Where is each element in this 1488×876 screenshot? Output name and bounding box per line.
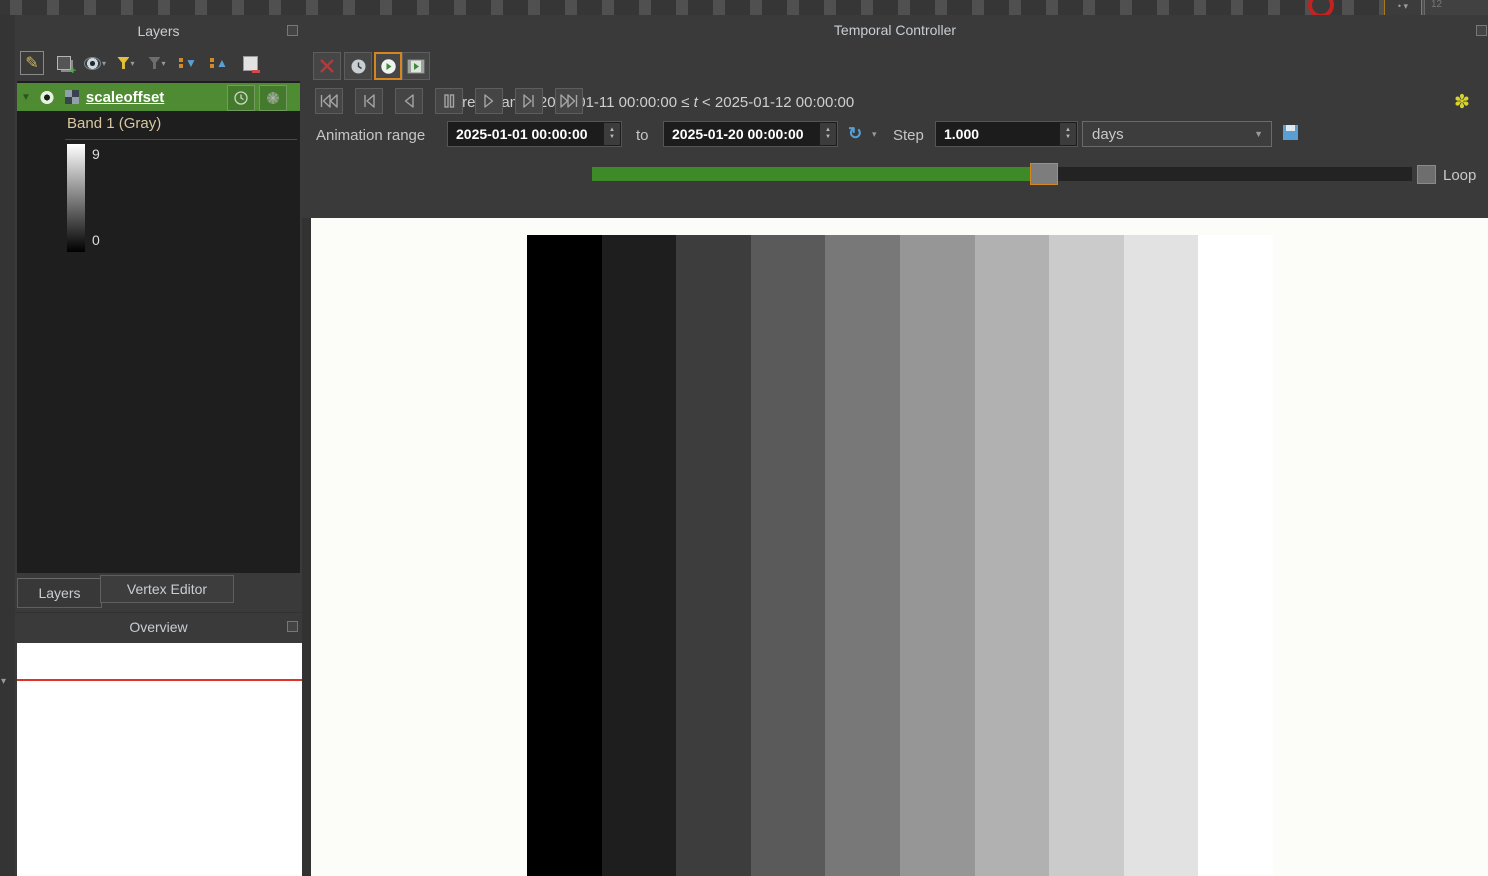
save-icon[interactable] <box>1283 125 1298 140</box>
legend-max-value: 9 <box>92 146 100 162</box>
dock-tab-bar: Layers Vertex Editor <box>15 573 302 613</box>
collapse-all-button[interactable]: ▲ <box>208 52 230 74</box>
temporal-mode-row: Current frame: 2025-01-11 00:00:00 ≤ t <… <box>302 52 1488 82</box>
set-to-full-range-refresh-icon[interactable]: ↻ <box>848 124 862 144</box>
spinner-buttons[interactable]: ▲▼ <box>820 123 836 145</box>
transport-row: Loop <box>302 88 1488 116</box>
temporal-clock-indicator-icon[interactable] <box>227 85 255 111</box>
overview-panel-title: Overview <box>15 619 302 635</box>
rewind-to-start-button[interactable] <box>315 88 343 114</box>
fixed-range-mode-button[interactable] <box>344 52 372 80</box>
chevron-down-icon: ▼ <box>1254 129 1263 139</box>
expand-all-icon <box>179 58 183 68</box>
timeline-slider-handle[interactable] <box>1030 163 1058 185</box>
layers-panel-toolbar: ✎ ▾ ▾ ▾ ▼ ▲ <box>20 48 297 78</box>
export-animation-button[interactable] <box>402 52 430 80</box>
animated-navigation-mode-button[interactable] <box>374 52 402 80</box>
next-frame-button[interactable] <box>515 88 543 114</box>
dock-collapse-icon[interactable]: ▾ <box>1 676 6 687</box>
toolbar-options-button[interactable]: • ▾ <box>1384 0 1422 16</box>
animation-range-label: Animation range <box>316 127 425 144</box>
previous-frame-button[interactable] <box>355 88 383 114</box>
divider <box>65 139 297 140</box>
play-forward-button[interactable] <box>475 88 503 114</box>
raster-bar-2 <box>676 235 751 876</box>
step-unit-select[interactable]: days ▼ <box>1082 121 1272 147</box>
raster-bar-7 <box>1049 235 1124 876</box>
layer-visibility-eye-icon[interactable] <box>37 91 57 104</box>
loop-checkbox[interactable] <box>1417 165 1436 184</box>
range-end-input[interactable]: 2025-01-20 00:00:00 ▲▼ <box>663 121 838 147</box>
layer-name[interactable]: scaleoffset <box>86 89 164 106</box>
remove-layer-button[interactable] <box>239 52 261 74</box>
band-label: Band 1 (Gray) <box>67 115 161 132</box>
skip-to-end-button[interactable] <box>555 88 583 114</box>
loop-label: Loop <box>1443 167 1476 184</box>
add-group-button[interactable] <box>53 52 75 74</box>
expand-caret-icon[interactable]: ▼ <box>21 92 31 103</box>
chevron-down-icon: ▾ <box>102 59 106 68</box>
float-panel-icon[interactable] <box>287 621 298 632</box>
overview-extent-line <box>17 679 302 681</box>
overview-map[interactable] <box>17 643 302 876</box>
animation-range-row: Animation range 2025-01-01 00:00:00 ▲▼ t… <box>302 121 1488 151</box>
layers-panel-title: Layers <box>15 23 302 39</box>
to-label: to <box>636 127 649 144</box>
step-value-input[interactable]: 1.000 ▲▼ <box>935 121 1078 147</box>
step-label: Step <box>893 127 924 144</box>
raster-bar-9 <box>1198 235 1273 876</box>
funnel-dim-icon <box>148 57 160 69</box>
raster-bar-4 <box>825 235 900 876</box>
main-toolbar: • ▾ 12 <box>0 0 1488 15</box>
raster-layer-icon <box>65 90 79 104</box>
chevron-down-icon: ▾ <box>161 59 165 68</box>
paintbrush-icon: ✎ <box>25 53 38 73</box>
pause-button[interactable] <box>435 88 463 114</box>
range-start-input[interactable]: 2025-01-01 00:00:00 ▲▼ <box>447 121 622 147</box>
layers-panel: Layers ✎ ▾ ▾ ▾ ▼ ▲ ▼ scaleoffset <box>15 15 302 612</box>
timeline-slider[interactable] <box>592 167 1412 181</box>
grayscale-legend-ramp <box>67 144 85 252</box>
open-layer-styling-button[interactable]: ✎ <box>20 51 44 75</box>
tab-vertex-editor[interactable]: Vertex Editor <box>100 575 234 603</box>
tab-layers[interactable]: Layers <box>17 578 102 608</box>
chevron-down-icon[interactable]: ▾ <box>872 129 877 140</box>
raster-bar-6 <box>975 235 1050 876</box>
filter-legend-by-expression-button[interactable]: ▾ <box>146 52 168 74</box>
filter-legend-button[interactable]: ▾ <box>115 52 137 74</box>
mesh-indicator-icon[interactable] <box>259 85 287 111</box>
eye-icon <box>84 57 101 70</box>
raster-bar-0 <box>527 235 602 876</box>
float-panel-icon[interactable] <box>287 25 298 36</box>
play-backward-button[interactable] <box>395 88 423 114</box>
raster-bar-5 <box>900 235 975 876</box>
temporal-controller-panel: Temporal Controller Current frame: 2025-… <box>302 15 1488 218</box>
remove-layer-icon <box>243 56 258 71</box>
disable-temporal-navigation-button[interactable] <box>313 52 341 80</box>
float-panel-icon[interactable] <box>1476 25 1487 36</box>
spinner-buttons[interactable]: ▲▼ <box>1060 123 1076 145</box>
map-canvas[interactable] <box>311 218 1488 876</box>
locator-box[interactable]: 12 <box>1424 0 1488 15</box>
chevron-down-icon: ▾ <box>130 59 134 68</box>
spinner-buttons[interactable]: ▲▼ <box>604 123 620 145</box>
layer-tree: ▼ scaleoffset Band 1 (Gray) 9 0 <box>17 81 300 573</box>
funnel-icon <box>117 57 129 69</box>
collapse-all-icon <box>210 58 214 68</box>
raster-bar-1 <box>602 235 677 876</box>
temporal-controller-title: Temporal Controller <box>302 22 1488 38</box>
timeline-slider-fill <box>592 167 1030 181</box>
add-group-icon <box>57 56 71 70</box>
layer-item-scaleoffset[interactable]: ▼ scaleoffset <box>17 83 300 111</box>
left-dock-edge: ▾ <box>0 15 15 876</box>
overview-panel: Overview <box>15 613 302 876</box>
raster-bar-8 <box>1124 235 1199 876</box>
expand-all-button[interactable]: ▼ <box>177 52 199 74</box>
legend-min-value: 0 <box>92 232 100 248</box>
qgis-window: • ▾ 12 ▾ Layers ✎ ▾ ▾ ▾ ▼ ▲ ▼ scaleoffse… <box>0 0 1488 876</box>
manage-map-themes-button[interactable]: ▾ <box>84 52 106 74</box>
raster-bar-3 <box>751 235 826 876</box>
